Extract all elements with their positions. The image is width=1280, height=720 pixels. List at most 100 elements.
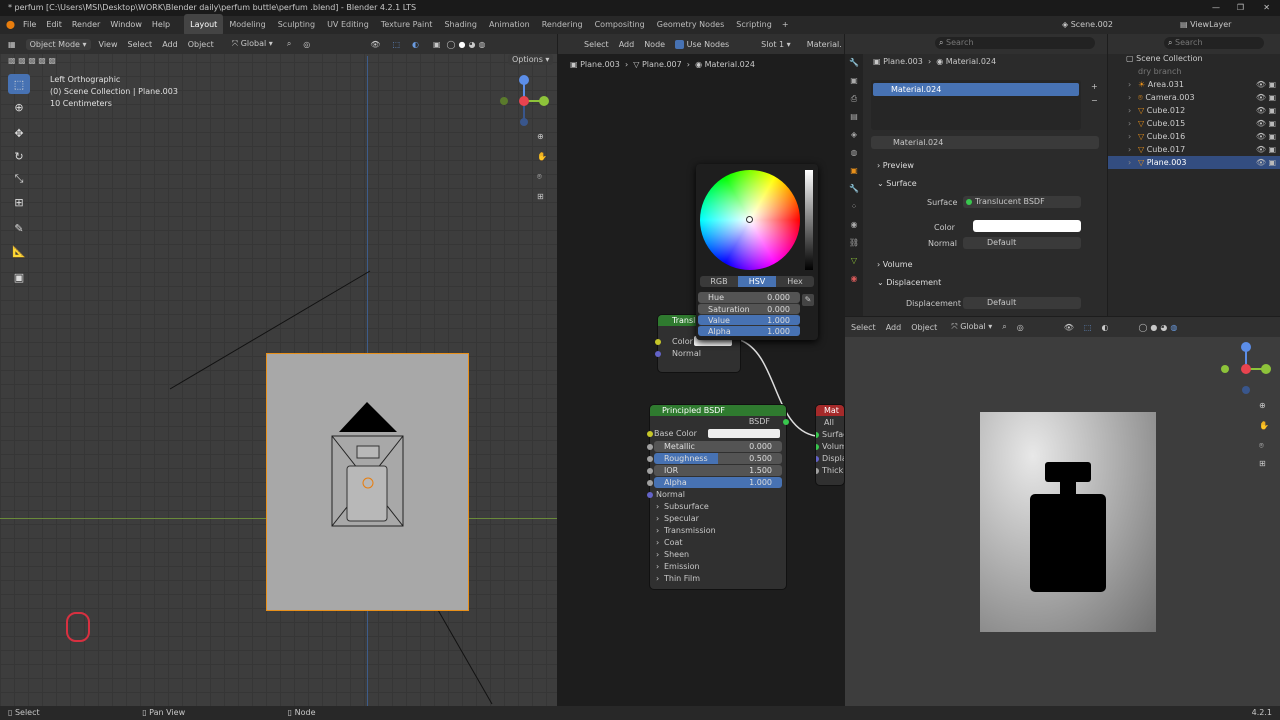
eye-icon[interactable]: 👁 [1256,117,1266,130]
panel-specular[interactable]: › Specular [650,513,786,525]
tab-hex[interactable]: Hex [776,276,814,287]
tab-rendering[interactable]: Rendering [536,14,589,36]
eye-icon[interactable]: 👁 [1256,130,1266,143]
physics-tab-icon[interactable]: ◉ [845,216,863,234]
menu-edit[interactable]: Edit [46,16,62,34]
eye-icon[interactable]: 👁 [1256,104,1266,117]
camera-view-icon[interactable]: ⌾ [1259,441,1264,451]
viewport-3d[interactable]: ▦ Object Mode ▾ View Select Add Object ⤧… [0,34,557,706]
slot-remove-icon[interactable]: − [1091,96,1098,105]
pan-hand-icon[interactable]: ✋ [1259,421,1269,430]
transform-orientation-dropdown[interactable]: ⤧ Global ▾ [951,322,992,332]
shading-material-icon[interactable]: ◕ [1160,323,1167,332]
outliner-item-cube-016[interactable]: › ▽ Cube.016 👁 ▣ [1108,130,1280,143]
tab-scripting[interactable]: Scripting [730,14,778,36]
modifier-tab-icon[interactable]: 🔧 [845,180,863,198]
outliner-item-cube-017[interactable]: › ▽ Cube.017 👁 ▣ [1108,143,1280,156]
render-icon[interactable]: ▣ [1268,104,1276,117]
particles-tab-icon[interactable]: ⁘ [845,198,863,216]
scene-collection-row[interactable]: ▢ Scene Collection [1108,52,1280,65]
outliner-item-camera[interactable]: › ⌾ Camera.003 👁 ▣ [1108,91,1280,104]
color-socket[interactable] [655,339,661,345]
tab-texture-paint[interactable]: Texture Paint [375,14,439,36]
scene-selector[interactable]: ◈ Scene.002 [1062,16,1113,34]
panel-subsurface[interactable]: › Subsurface [650,501,786,513]
base-color-socket[interactable] [647,431,653,437]
snap-icon[interactable]: ⌕ [1002,322,1006,332]
view-layer-selector[interactable]: ▤ ViewLayer [1180,16,1231,34]
render-viewport[interactable]: Select Add Object ⤧ Global ▾ ⌕ ◎ 👁 ⬚ ◐ ◯… [845,317,1280,706]
color-swatch[interactable] [973,220,1081,232]
panel-coat[interactable]: › Coat [650,537,786,549]
eye-icon[interactable]: 👁 [1256,143,1266,156]
close-button[interactable]: ✕ [1263,0,1270,16]
panel-emission[interactable]: › Emission [650,561,786,573]
menu-window[interactable]: Window [110,16,142,34]
section-displacement[interactable]: ⌄ Displacement [867,274,1103,292]
ortho-grid-icon[interactable]: ⊞ [1259,459,1266,468]
bsdf-output-socket[interactable] [783,419,789,425]
render-icon[interactable]: ▣ [1268,143,1276,156]
material-datablock[interactable]: Material.024 [871,136,1099,149]
render-icon[interactable]: ▣ [1268,117,1276,130]
data-tab-icon[interactable]: ▽ [845,252,863,270]
eye-icon[interactable]: 👁 [1256,156,1266,169]
base-color-swatch[interactable] [708,429,780,438]
render-icon[interactable]: ▣ [1268,156,1276,169]
tab-animation[interactable]: Animation [483,14,536,36]
displacement-field[interactable]: Default [963,297,1081,309]
outliner-search[interactable]: ⌕ Search [1164,37,1264,49]
menu-render[interactable]: Render [72,16,100,34]
thickness-socket[interactable] [816,468,819,474]
displacement-socket[interactable] [816,456,819,462]
tab-layout[interactable]: Layout [184,14,224,36]
normal-socket[interactable] [647,492,653,498]
object-tab-icon[interactable]: ▣ [845,162,863,180]
menu-object[interactable]: Object [911,323,937,332]
shading-solid-icon[interactable]: ● [1150,323,1157,332]
panel-transmission[interactable]: › Transmission [650,525,786,537]
outliner-item-cube-015[interactable]: › ▽ Cube.015 👁 ▣ [1108,117,1280,130]
outliner-item-area[interactable]: › ☀ Area.031 👁 ▣ [1108,78,1280,91]
render-tab-icon[interactable]: ▣ [845,72,863,90]
alpha-field[interactable]: Alpha 1.000 [698,325,800,336]
material-slot-item[interactable]: Material.024 [873,83,1079,96]
tab-uv-editing[interactable]: UV Editing [321,14,375,36]
alpha-field[interactable]: Alpha 1.000 [647,477,782,488]
outliner-item-plane-003[interactable]: › ▽ Plane.003 👁 ▣ [1108,156,1280,169]
metallic-field[interactable]: Metallic 0.000 [647,441,782,452]
menu-help[interactable]: Help [152,16,170,34]
selected-plane-object[interactable] [266,353,469,611]
menu-file[interactable]: File [23,16,36,34]
shading-wire-icon[interactable]: ◯ [1138,323,1147,332]
color-wheel-cursor[interactable] [746,216,753,223]
navigation-gizmo[interactable] [1220,341,1276,397]
render-icon[interactable]: ▣ [1268,91,1276,104]
add-workspace-icon[interactable]: + [782,16,789,34]
output-tab-icon[interactable]: ⎙ [845,90,863,108]
properties-search[interactable]: ⌕ Search [935,37,1095,49]
view-layer-tab-icon[interactable]: ▤ [845,108,863,126]
eyedropper-icon[interactable]: ✎ [802,294,814,306]
blender-logo-icon[interactable]: ⬤ [6,16,15,34]
color-picker-popup[interactable]: RGB HSV Hex Hue 0.000 Saturation 0.000 Val… [696,164,818,340]
eye-icon[interactable]: 👁 [1256,91,1266,104]
surface-shader-field[interactable]: Translucent BSDF [963,196,1081,208]
panel-sheen[interactable]: › Sheen [650,549,786,561]
tab-sculpting[interactable]: Sculpting [272,14,321,36]
section-preview[interactable]: › Preview [867,157,1103,175]
render-icon[interactable]: ▣ [1268,78,1276,91]
value-slider[interactable] [805,170,813,270]
visibility-icon[interactable]: 👁 [1064,323,1074,332]
hue-field[interactable]: Hue 0.000 [698,292,800,303]
proportional-icon[interactable]: ◎ [1017,323,1024,332]
normal-field[interactable]: Default [963,237,1081,249]
roughness-field[interactable]: Roughness 0.500 [647,453,782,464]
tool-tab-icon[interactable]: 🔧 [845,54,863,72]
tab-geometry-nodes[interactable]: Geometry Nodes [651,14,730,36]
slot-add-icon[interactable]: + [1091,82,1098,91]
ior-field[interactable]: IOR 1.500 [647,465,782,476]
maximize-button[interactable]: ❐ [1237,0,1244,16]
shading-render-icon[interactable]: ◍ [1170,323,1177,332]
gizmo-icon[interactable]: ⬚ [1084,323,1092,332]
